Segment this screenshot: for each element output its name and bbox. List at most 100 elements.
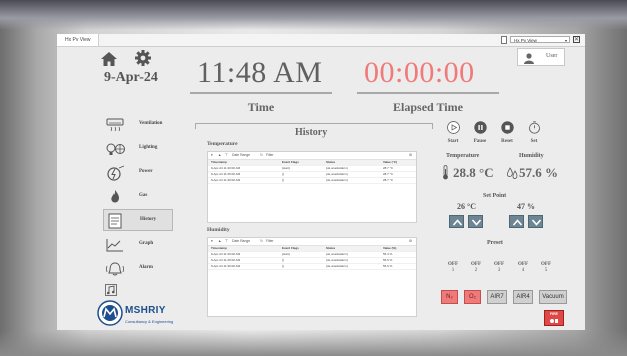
preset-4-state[interactable]: OFF bbox=[513, 262, 533, 267]
logo-tagline: Consultancy & Engineering bbox=[125, 319, 174, 324]
preset-4-number: 4 bbox=[521, 268, 525, 273]
o2-button[interactable]: O₂ bbox=[464, 290, 481, 304]
humidity-down-button[interactable] bbox=[528, 215, 543, 228]
user-label: User bbox=[546, 53, 558, 59]
preset-2-number: 2 bbox=[474, 268, 478, 273]
sidebar-item-ventilation[interactable]: Ventilation bbox=[103, 114, 173, 136]
table-cell: 55.6 % bbox=[383, 258, 393, 262]
n2-button[interactable]: N₂ bbox=[441, 290, 458, 304]
air4-button[interactable]: AIR4 bbox=[513, 290, 533, 304]
home-icon[interactable] bbox=[101, 52, 117, 66]
expand-icon[interactable]: ▾ bbox=[211, 153, 213, 158]
table-cell: {start} bbox=[282, 166, 290, 170]
sidebar-item-label: Lighting bbox=[139, 145, 158, 150]
table-cell: 9-Apr-24 11:20:00 AM bbox=[211, 252, 241, 256]
graph-icon bbox=[106, 239, 123, 252]
reset-button[interactable] bbox=[501, 121, 514, 134]
filter-icon[interactable]: ⊤ bbox=[225, 153, 228, 158]
chevron-up-icon bbox=[452, 219, 463, 226]
sort-icon[interactable]: ▲ bbox=[218, 153, 221, 158]
history-frame-left bbox=[195, 123, 196, 129]
gear-icon[interactable] bbox=[135, 50, 151, 66]
refresh-icon[interactable]: ↻ bbox=[260, 153, 263, 158]
column-header[interactable]: Event Flags bbox=[282, 160, 299, 165]
column-header[interactable]: Value (%) bbox=[383, 246, 396, 251]
table-cell: 9-Apr-24 11:30:00 AM bbox=[211, 264, 241, 268]
history-icon bbox=[108, 213, 122, 229]
thermometer-icon bbox=[443, 165, 448, 180]
close-button[interactable]: ✕ bbox=[573, 36, 580, 43]
preset-2-state[interactable]: OFF bbox=[466, 262, 486, 267]
music-icon[interactable] bbox=[105, 284, 117, 296]
preset-5-state[interactable]: OFF bbox=[536, 262, 556, 267]
logo-name: MSHRIY bbox=[125, 305, 166, 316]
sidebar-item-label: Graph bbox=[139, 241, 154, 246]
fire-button[interactable]: FIRE bbox=[544, 310, 564, 326]
table-cell: {ok,unackAlarm} bbox=[326, 252, 348, 256]
page-icon[interactable] bbox=[501, 36, 507, 44]
settings-icon[interactable]: ⚙ bbox=[409, 239, 412, 244]
settings-icon[interactable]: ⚙ bbox=[409, 153, 412, 158]
temperature-down-button[interactable] bbox=[468, 215, 483, 228]
humidity-up-button[interactable] bbox=[509, 215, 524, 228]
sidebar-item-graph[interactable]: Graph bbox=[103, 234, 173, 256]
filter-button[interactable]: Filter bbox=[266, 239, 274, 244]
column-header[interactable]: Status bbox=[326, 246, 335, 251]
sidebar-item-history[interactable]: History bbox=[103, 209, 173, 231]
reset-label: Reset bbox=[501, 139, 513, 144]
sidebar-item-label: Gas bbox=[139, 193, 148, 198]
sidebar-item-label: History bbox=[140, 217, 157, 222]
preset-3-state[interactable]: OFF bbox=[489, 262, 509, 267]
vacuum-button[interactable]: Vacuum bbox=[539, 290, 567, 304]
time-display: 11:48 AM bbox=[197, 56, 323, 89]
bezel-top-highlight bbox=[0, 0, 627, 30]
table-cell: {start} bbox=[282, 252, 290, 256]
humidity-setpoint-value: 47 % bbox=[517, 202, 535, 211]
table-cell: 9-Apr-24 11:25:00 AM bbox=[211, 172, 241, 176]
table-row[interactable]: 9-Apr-24 11:30:00 AM {} {ok,unackAlarm} … bbox=[208, 178, 416, 184]
preset-3-number: 3 bbox=[497, 268, 501, 273]
table-cell: 55.4 % bbox=[383, 252, 393, 256]
set-point-title: Set Point bbox=[483, 193, 507, 199]
column-header[interactable]: Status bbox=[326, 160, 335, 165]
humidity-value: 57.6 % bbox=[519, 165, 558, 180]
refresh-icon[interactable]: ↻ bbox=[260, 239, 263, 244]
window-tab[interactable]: Hx Pv View bbox=[57, 34, 100, 46]
table-cell: {} bbox=[282, 258, 285, 262]
sidebar-item-power[interactable]: Power bbox=[103, 162, 173, 184]
table-row[interactable]: 9-Apr-24 11:30:00 AM {} {ok,unackAlarm} … bbox=[208, 264, 416, 270]
date-range-selector[interactable]: Date Range bbox=[232, 153, 250, 158]
column-header[interactable]: Event Flags bbox=[282, 246, 299, 251]
set-label: Set bbox=[530, 139, 538, 144]
history-title: History bbox=[295, 127, 328, 138]
current-date: 9-Apr-24 bbox=[104, 70, 158, 85]
column-header[interactable]: Timestamp bbox=[211, 160, 227, 165]
filter-button[interactable]: Filter bbox=[266, 153, 274, 158]
table-cell: 28.7 °C bbox=[383, 172, 394, 176]
view-selector[interactable]: Hx Pv View ▾ bbox=[510, 36, 570, 43]
user-button[interactable]: User bbox=[517, 48, 565, 66]
preset-1-number: 1 bbox=[451, 268, 455, 273]
sort-icon[interactable]: ▲ bbox=[218, 239, 221, 244]
expand-icon[interactable]: ▾ bbox=[211, 239, 213, 244]
temperature-up-button[interactable] bbox=[449, 215, 464, 228]
sidebar-item-gas[interactable]: Gas bbox=[103, 186, 173, 208]
history-frame-right bbox=[432, 123, 433, 129]
temperature-history-table: ▾ ▲ ⊤ Date Range ↻ Filter ⚙ Timestamp Ev… bbox=[207, 151, 417, 223]
start-button[interactable] bbox=[447, 121, 460, 134]
table-cell: 9-Apr-24 11:20:00 AM bbox=[211, 166, 241, 170]
time-label: Time bbox=[247, 100, 275, 114]
hmi-screen: Hx Pv View Hx Pv View ▾ ✕ 9-Apr-24 11:48… bbox=[57, 34, 585, 330]
preset-1-state[interactable]: OFF bbox=[443, 262, 463, 267]
date-range-selector[interactable]: Date Range bbox=[232, 239, 250, 244]
sidebar-item-lighting[interactable]: Lighting bbox=[103, 138, 173, 160]
pause-button[interactable] bbox=[474, 121, 487, 134]
column-header[interactable]: Timestamp bbox=[211, 246, 227, 251]
table-cell: {} bbox=[282, 178, 285, 182]
humidity-icon bbox=[507, 167, 518, 179]
air7-button[interactable]: AIR7 bbox=[487, 290, 507, 304]
set-timer-button[interactable] bbox=[528, 121, 541, 134]
column-header[interactable]: Value (°C) bbox=[383, 160, 397, 165]
sidebar-item-alarm[interactable]: Alarm bbox=[103, 258, 173, 280]
filter-icon[interactable]: ⊤ bbox=[225, 239, 228, 244]
